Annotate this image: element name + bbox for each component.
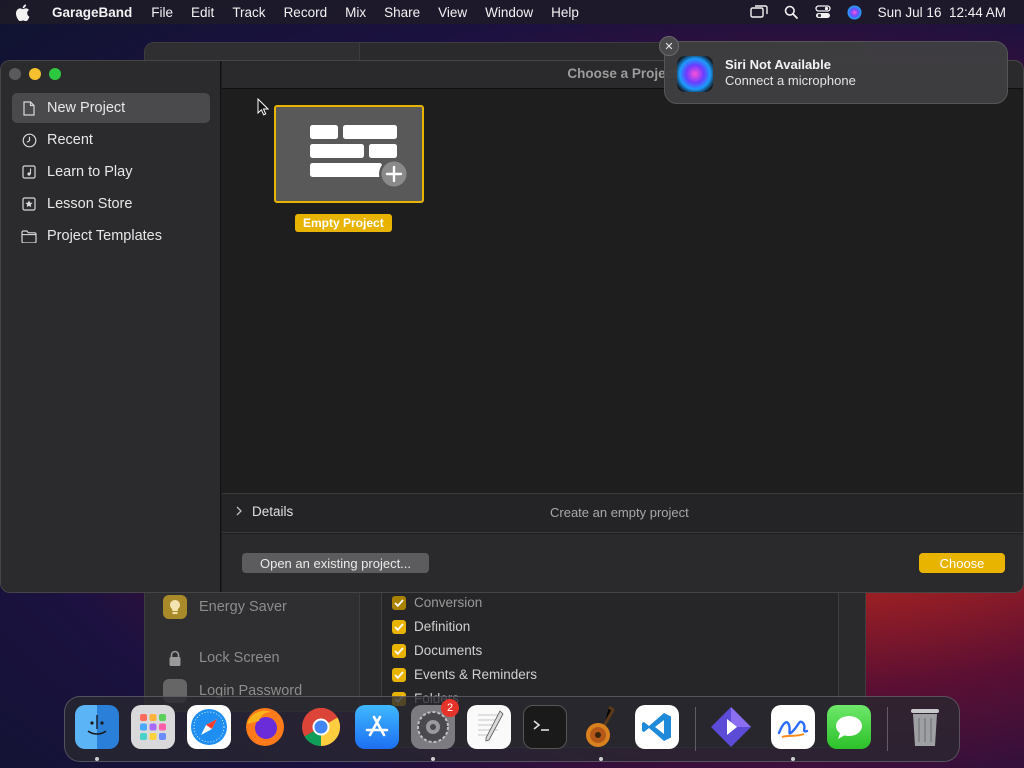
sidebar-item-learn-to-play[interactable]: Learn to Play xyxy=(12,157,210,187)
lock-icon xyxy=(163,646,187,670)
dock-chrome-icon[interactable] xyxy=(299,705,343,749)
sidebar-item-label: Learn to Play xyxy=(47,164,133,180)
dock-safari-icon[interactable] xyxy=(187,705,231,749)
bg-sidebar-item-lock-screen[interactable]: Lock Screen xyxy=(163,646,280,670)
template-browser: Empty Project xyxy=(222,90,1023,493)
dock-messages-icon[interactable] xyxy=(827,705,871,749)
folder-icon xyxy=(21,228,37,244)
checklist-label: Events & Reminders xyxy=(414,667,538,682)
menu-help[interactable]: Help xyxy=(542,5,588,20)
sidebar-item-label: Project Templates xyxy=(47,228,162,244)
running-indicator xyxy=(95,757,99,761)
siri-app-icon xyxy=(677,56,713,92)
running-indicator xyxy=(431,757,435,761)
details-disclosure-button[interactable]: Details xyxy=(236,504,293,519)
details-label: Details xyxy=(252,504,294,519)
empty-project-icon xyxy=(310,125,409,189)
checkbox-checked-icon[interactable] xyxy=(392,667,406,682)
screen-mirroring-icon[interactable] xyxy=(749,5,768,19)
checklist-label: Documents xyxy=(414,643,483,658)
dock-finder-icon[interactable] xyxy=(75,705,119,749)
document-icon xyxy=(21,100,37,116)
template-empty-project[interactable] xyxy=(274,105,424,203)
sidebar-item-recent[interactable]: Recent xyxy=(12,125,210,155)
details-bar: Details Create an empty project xyxy=(222,493,1023,533)
dock-separator xyxy=(887,707,888,751)
sidebar-item-label: New Project xyxy=(47,100,126,116)
sidebar-item-label: Lesson Store xyxy=(47,196,133,212)
dock-textedit-icon[interactable] xyxy=(467,705,511,749)
choose-button[interactable]: Choose xyxy=(919,553,1005,573)
checkbox-checked-icon[interactable] xyxy=(392,643,406,658)
checklist-label: Conversion xyxy=(414,595,483,610)
menu-record[interactable]: Record xyxy=(275,5,337,20)
open-existing-project-button[interactable]: Open an existing project... xyxy=(242,553,429,573)
window-footer: Open an existing project... Choose xyxy=(222,534,1023,592)
notification-body: Connect a microphone xyxy=(725,73,856,88)
checklist-item-conversion[interactable]: Conversion xyxy=(392,595,482,610)
project-chooser-sidebar: New Project Recent Learn to Play Lesson … xyxy=(1,61,221,592)
checkbox-checked-icon[interactable] xyxy=(392,619,406,634)
energy-saver-icon xyxy=(163,595,187,619)
garageband-project-chooser-window: New Project Recent Learn to Play Lesson … xyxy=(0,60,1024,593)
template-label[interactable]: Empty Project xyxy=(295,214,392,232)
checklist-item-events-reminders[interactable]: Events & Reminders xyxy=(392,667,537,682)
minimize-window-button[interactable] xyxy=(29,68,41,80)
mouse-cursor-icon xyxy=(257,97,270,121)
close-notification-icon[interactable]: ✕ xyxy=(659,36,679,56)
siri-icon[interactable] xyxy=(846,5,864,19)
dock-freeform-icon[interactable] xyxy=(771,705,815,749)
running-indicator xyxy=(791,757,795,761)
dock-trash-icon[interactable] xyxy=(903,705,947,749)
close-window-button[interactable] xyxy=(9,68,21,80)
dock: 2 xyxy=(64,696,960,762)
menu-window[interactable]: Window xyxy=(476,5,542,20)
menu-edit[interactable]: Edit xyxy=(182,5,223,20)
dock-app-store-icon[interactable] xyxy=(355,705,399,749)
dock-vscode-icon[interactable] xyxy=(635,705,679,749)
menubar-clock[interactable]: Sun Jul 16 12:44 AM xyxy=(878,5,1006,20)
zoom-window-button[interactable] xyxy=(49,68,61,80)
sidebar-item-lesson-store[interactable]: Lesson Store xyxy=(12,189,210,219)
sidebar-item-new-project[interactable]: New Project xyxy=(12,93,210,123)
menu-file[interactable]: File xyxy=(142,5,182,20)
running-indicator xyxy=(599,757,603,761)
dock-launchpad-icon[interactable] xyxy=(131,705,175,749)
checkbox-checked-icon[interactable] xyxy=(392,595,406,610)
chevron-right-icon xyxy=(236,504,242,519)
menu-mix[interactable]: Mix xyxy=(336,5,375,20)
checklist-item-documents[interactable]: Documents xyxy=(392,643,482,658)
dock-shortcuts-icon[interactable] xyxy=(709,705,753,749)
notification-badge: 2 xyxy=(441,699,459,717)
star-icon xyxy=(21,196,37,212)
checklist-label: Definition xyxy=(414,619,471,634)
app-menu-garageband[interactable]: GarageBand xyxy=(44,5,142,20)
sidebar-item-label: Recent xyxy=(47,132,93,148)
menu-view[interactable]: View xyxy=(429,5,476,20)
menu-share[interactable]: Share xyxy=(375,5,429,20)
dock-firefox-icon[interactable] xyxy=(243,705,287,749)
music-note-icon xyxy=(21,164,37,180)
bg-sidebar-item-energy-saver[interactable]: Energy Saver xyxy=(163,595,287,619)
siri-notification[interactable]: ✕ Siri Not Available Connect a microphon… xyxy=(659,36,1008,104)
bg-sidebar-label: Energy Saver xyxy=(199,599,287,615)
menu-bar: GarageBand File Edit Track Record Mix Sh… xyxy=(0,0,1024,24)
spotlight-search-icon[interactable] xyxy=(782,5,800,19)
dock-garageband-icon[interactable] xyxy=(579,705,623,749)
menu-track[interactable]: Track xyxy=(223,5,274,20)
dock-terminal-icon[interactable] xyxy=(523,705,567,749)
dock-separator xyxy=(695,707,696,751)
notification-title: Siri Not Available xyxy=(725,57,831,72)
sidebar-item-project-templates[interactable]: Project Templates xyxy=(12,221,210,251)
apple-menu-icon[interactable] xyxy=(0,3,44,21)
checklist-item-definition[interactable]: Definition xyxy=(392,619,470,634)
bg-sidebar-label: Lock Screen xyxy=(199,650,280,666)
template-description: Create an empty project xyxy=(550,505,689,520)
clock-icon xyxy=(21,132,37,148)
control-center-icon[interactable] xyxy=(814,5,832,19)
